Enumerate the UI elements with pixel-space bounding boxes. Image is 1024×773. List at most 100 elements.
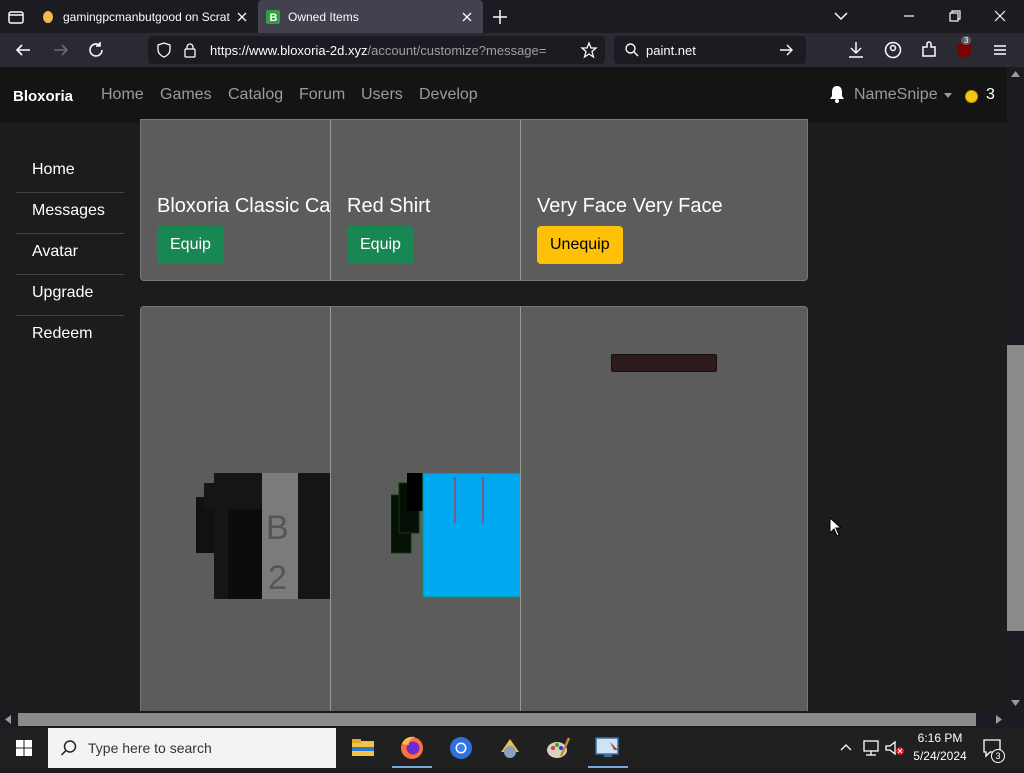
item-card: Red Shirt Equip (331, 120, 521, 280)
sidebar-item-upgrade[interactable]: Upgrade (16, 275, 124, 316)
item-card (331, 307, 521, 711)
scratch-cat-icon (43, 10, 53, 23)
bell-icon[interactable] (827, 84, 847, 104)
tab-owned-items[interactable]: B Owned Items (258, 0, 483, 33)
horizontal-scrollbar[interactable] (0, 711, 1007, 728)
item-title: Red Shirt (347, 195, 431, 217)
extensions-puzzle-icon[interactable] (918, 39, 940, 61)
browser-toolbar: https://www.bloxoria-2d.xyz/account/cust… (0, 33, 1024, 67)
brand-logo[interactable]: Bloxoria (13, 88, 73, 105)
download-icon[interactable] (845, 39, 867, 61)
star-bookmark-icon[interactable] (580, 41, 598, 59)
network-icon[interactable] (861, 739, 881, 757)
svg-text:B: B (266, 509, 289, 547)
close-window-icon[interactable] (990, 6, 1010, 26)
item-card (521, 307, 807, 711)
owned-items-grid: Bloxoria Classic Ca Equip Red Shirt Equi… (140, 119, 808, 711)
remote-desktop-icon (595, 737, 619, 757)
item-title: Very Face Very Face (537, 195, 723, 217)
username-dropdown[interactable]: NameSnipe (854, 86, 938, 104)
nav-link-users[interactable]: Users (361, 86, 403, 104)
chevron-down-icon[interactable] (831, 6, 851, 26)
url-text: https://www.bloxoria-2d.xyz/account/cust… (210, 43, 570, 58)
tab-title: gamingpcmanbutgood on Scrat (63, 9, 230, 24)
taskbar-search-input[interactable]: Type here to search (48, 728, 336, 768)
taskbar-remote-desktop[interactable] (584, 728, 632, 768)
scrollbar-thumb[interactable] (18, 713, 976, 726)
sidebar-item-avatar[interactable]: Avatar (16, 234, 124, 275)
browser-tab-strip: gamingpcmanbutgood on Scrat B Owned Item… (0, 0, 1024, 33)
item-preview-face[interactable] (611, 354, 717, 372)
item-card: Bloxoria Classic Ca Equip (141, 120, 331, 280)
url-path: /account/customize?message= (367, 43, 547, 58)
restore-icon[interactable] (945, 6, 965, 26)
item-row: Bloxoria Classic Ca Equip Red Shirt Equi… (140, 119, 808, 281)
lock-icon[interactable] (182, 42, 198, 58)
sidebar-item-messages[interactable]: Messages (16, 193, 124, 234)
nav-link-home[interactable]: Home (101, 86, 144, 104)
search-placeholder: Type here to search (88, 740, 212, 756)
search-icon (625, 43, 639, 57)
scroll-down-icon[interactable] (1011, 699, 1020, 707)
nav-link-games[interactable]: Games (160, 86, 212, 104)
tab-title: Owned Items (288, 9, 359, 24)
windows-start-icon[interactable] (0, 728, 48, 768)
svg-text:2: 2 (268, 559, 287, 597)
vertical-scrollbar[interactable] (1007, 67, 1024, 711)
scroll-right-icon[interactable] (995, 715, 1003, 724)
scroll-up-icon[interactable] (1011, 70, 1020, 78)
item-title: Bloxoria Classic Ca (157, 195, 331, 217)
unequip-button[interactable]: Unequip (537, 226, 623, 264)
search-icon (60, 740, 77, 756)
mouse-cursor-icon (829, 517, 843, 537)
bloxoria-b-icon: B (266, 9, 280, 24)
taskbar-firefox[interactable] (388, 728, 436, 768)
sidebar-item-redeem[interactable]: Redeem (16, 316, 124, 357)
scrollbar-thumb[interactable] (1007, 345, 1024, 631)
web-page: Bloxoria Home Games Catalog Forum Users … (0, 67, 1007, 711)
new-tab-icon[interactable] (490, 7, 510, 27)
tab-scratch[interactable]: gamingpcmanbutgood on Scrat (33, 0, 258, 33)
search-query: paint.net (646, 43, 696, 58)
back-arrow-icon[interactable] (12, 39, 34, 61)
item-row: B 2 (140, 306, 808, 711)
search-bar[interactable]: paint.net (614, 36, 806, 64)
chrome-icon[interactable] (437, 728, 485, 768)
site-navbar: Bloxoria Home Games Catalog Forum Users … (0, 67, 1007, 123)
paint-net-icon[interactable] (535, 728, 583, 768)
equip-button[interactable]: Equip (347, 226, 414, 264)
reload-icon[interactable] (85, 39, 107, 61)
account-icon[interactable] (882, 39, 904, 61)
close-icon[interactable] (234, 9, 250, 25)
close-icon[interactable] (459, 9, 475, 25)
url-host: https://www.bloxoria-2d.xyz (210, 43, 368, 58)
item-preview-jacket[interactable]: B 2 (196, 473, 331, 603)
account-sidebar: Home Messages Avatar Upgrade Redeem (16, 152, 124, 357)
item-preview-blue-shirt[interactable] (391, 473, 521, 599)
item-card: Very Face Very Face Unequip (521, 120, 807, 280)
clock-time[interactable]: 6:16 PM (908, 731, 972, 745)
nav-link-forum[interactable]: Forum (299, 86, 345, 104)
forward-arrow-icon[interactable] (50, 39, 72, 61)
svg-text:B: B (270, 12, 278, 24)
nav-link-catalog[interactable]: Catalog (228, 86, 283, 104)
caret-down-icon[interactable] (944, 93, 952, 98)
address-bar[interactable]: https://www.bloxoria-2d.xyz/account/cust… (148, 36, 605, 64)
clock-date[interactable]: 5/24/2024 (908, 749, 972, 763)
app-icon[interactable] (486, 728, 534, 768)
notification-count-badge: 3 (991, 749, 1005, 763)
scroll-left-icon[interactable] (4, 715, 12, 724)
file-explorer-icon[interactable] (339, 728, 387, 768)
arrow-right-icon[interactable] (778, 42, 794, 58)
sidebar-item-home[interactable]: Home (16, 152, 124, 193)
equip-button[interactable]: Equip (157, 226, 224, 264)
hamburger-menu-icon[interactable] (989, 39, 1011, 61)
list-all-tabs-icon[interactable] (4, 5, 28, 29)
minimize-icon[interactable] (899, 6, 919, 26)
firefox-icon (401, 736, 423, 759)
shield-icon[interactable] (156, 42, 172, 58)
item-card: B 2 (141, 307, 331, 711)
volume-muted-icon[interactable] (884, 739, 906, 757)
chevron-up-icon[interactable] (838, 740, 854, 756)
nav-link-develop[interactable]: Develop (419, 86, 478, 104)
